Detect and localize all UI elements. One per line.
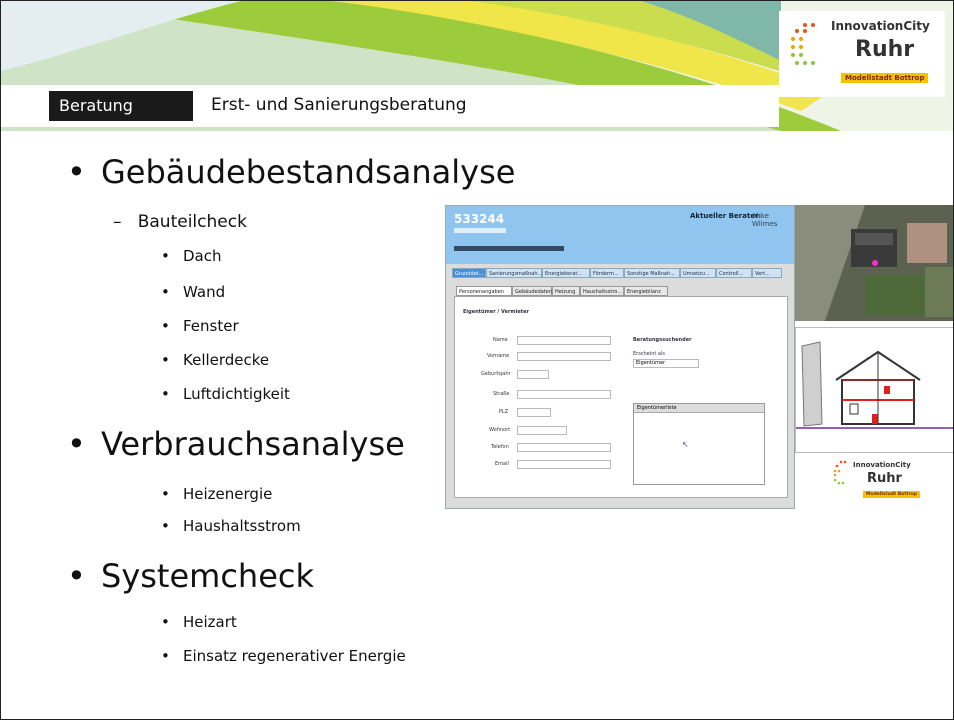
tab-sanierung[interactable]: Sanierungsmaßnah... xyxy=(486,268,542,278)
tab-foerderung[interactable]: Förderm... xyxy=(590,268,624,278)
tab-energieberatung[interactable]: Energieberat... xyxy=(542,268,590,278)
right-title: Beratungssuchender xyxy=(633,337,692,343)
section-tab: Beratung xyxy=(49,91,193,121)
form-panel: Eigentümer / Vermieter Name Vorname Gebu… xyxy=(454,296,788,498)
vorname-field[interactable] xyxy=(517,352,611,361)
list-item: • Haushaltsstrom xyxy=(161,517,301,535)
bullet-icon: • xyxy=(67,153,86,191)
dots-icon xyxy=(833,460,847,485)
field-label: Geburtsjahr xyxy=(481,371,511,377)
field-label: Email xyxy=(495,461,509,467)
field-label: Name xyxy=(493,337,508,343)
slide-title: Erst- und Sanierungsberatung xyxy=(211,95,467,115)
list-item: • Luftdichtigkeit xyxy=(161,385,290,403)
advisor-label: Aktueller Berater: xyxy=(690,212,762,220)
list-item: • Einsatz regenerativer Energie xyxy=(161,647,406,665)
dots-icon xyxy=(791,23,815,65)
tab-gebaeudedaten[interactable]: Gebäudedaten xyxy=(512,286,552,296)
house-diagram xyxy=(795,327,953,453)
form-section-title: Eigentümer / Vermieter xyxy=(463,309,529,315)
wohnort-field[interactable] xyxy=(517,426,567,435)
innovationcity-logo-small: InnovationCity Ruhr Modellstadt Bottrop xyxy=(829,457,925,507)
tab-sonstige[interactable]: Sonstige Maßnah... xyxy=(624,268,680,278)
tab-vertrag[interactable]: Vert... xyxy=(752,268,782,278)
plz-field[interactable] xyxy=(517,408,551,417)
owner-list-title: Eigentümerliste xyxy=(634,404,764,413)
aerial-photo xyxy=(795,205,953,321)
list-item: • Dach xyxy=(161,247,222,265)
tab-controlling[interactable]: Controll... xyxy=(716,268,752,278)
name-field[interactable] xyxy=(517,336,611,345)
field-label: Wohnort xyxy=(489,427,511,433)
field-label: Straße xyxy=(493,391,510,397)
cursor-icon: ↖ xyxy=(682,440,689,449)
list-item: • Kellerdecke xyxy=(161,351,270,369)
field-label: Vorname xyxy=(487,353,510,359)
list-item: • Heizart xyxy=(161,613,237,631)
app-screenshot: 533244 Aktueller Berater: Akke Wilmes Gr… xyxy=(445,205,795,509)
main-tabs: Grunddat... Sanierungsmaßnah... Energieb… xyxy=(452,268,788,278)
field-label: Telefon xyxy=(491,444,509,450)
section-heading: • Gebäudebestandsanalyse xyxy=(67,153,516,191)
logo-line2: Ruhr xyxy=(855,37,915,62)
email-field[interactable] xyxy=(517,460,611,469)
list-item: • Wand xyxy=(161,283,226,301)
tab-energiebilanz[interactable]: Energiebilanz xyxy=(624,286,668,296)
logo-line1: InnovationCity xyxy=(831,19,930,33)
logo-badge: Modellstadt Bottrop xyxy=(863,491,921,498)
bullet-icon: • xyxy=(67,557,86,595)
logo-line2: Ruhr xyxy=(867,471,902,486)
list-item: • Heizenergie xyxy=(161,485,273,503)
strasse-field[interactable] xyxy=(517,390,611,399)
advisor-value: Akke Wilmes xyxy=(752,212,778,228)
tab-heizung[interactable]: Heizung xyxy=(552,286,580,296)
list-item: • Fenster xyxy=(161,317,239,335)
owner-list: Eigentümerliste ↖ xyxy=(633,403,765,485)
tab-umsetzung[interactable]: Umsetzu... xyxy=(680,268,716,278)
innovationcity-logo: InnovationCity Ruhr Modellstadt Bottrop xyxy=(779,11,947,97)
tab-haushaltsstrom[interactable]: Haushaltsstro... xyxy=(580,286,624,296)
tab-personenangaben[interactable]: Personenangaben xyxy=(456,286,512,296)
slide: Beratung Erst- und Sanierungsberatung In… xyxy=(0,0,954,720)
right-sub: Erscheint als xyxy=(633,351,665,357)
geburtsjahr-field[interactable] xyxy=(517,370,549,379)
field-label: PLZ xyxy=(499,409,509,415)
role-select[interactable]: Eigentümer xyxy=(633,359,699,368)
logo-line1: InnovationCity xyxy=(853,461,911,469)
section-heading: • Systemcheck xyxy=(67,557,315,595)
app-header: 533244 Aktueller Berater: Akke Wilmes xyxy=(446,206,794,264)
subheading: – Bauteilcheck xyxy=(113,212,247,232)
telefon-field[interactable] xyxy=(517,443,611,452)
tab-grunddaten[interactable]: Grunddat... xyxy=(452,268,486,278)
record-id: 533244 xyxy=(454,212,505,226)
section-heading: • Verbrauchsanalyse xyxy=(67,425,405,463)
bullet-icon: • xyxy=(67,425,86,463)
logo-badge: Modellstadt Bottrop xyxy=(841,73,929,83)
